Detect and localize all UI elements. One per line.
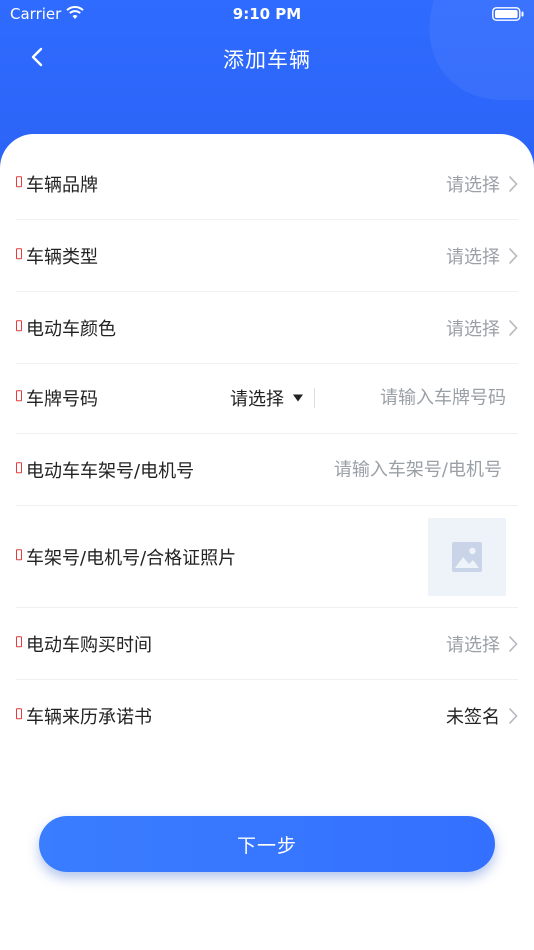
brand-row[interactable]: 车辆品牌 请选择 <box>16 148 518 220</box>
type-row[interactable]: 车辆类型 请选择 <box>16 220 518 292</box>
type-value[interactable]: 请选择 <box>446 243 500 269</box>
required-mark <box>16 389 22 401</box>
page-title: 添加车辆 <box>223 48 311 72</box>
chevron-right-icon <box>508 247 518 264</box>
photo-row: 车架号/电机号/合格证照片 <box>16 506 518 608</box>
plate-label: 车牌号码 <box>26 388 98 410</box>
frame-number-row: 电动车车架号/电机号 <box>16 434 518 506</box>
frame-number-input[interactable] <box>262 459 502 480</box>
color-value[interactable]: 请选择 <box>446 315 500 341</box>
required-mark <box>16 247 22 259</box>
caret-down-icon[interactable] <box>293 394 303 401</box>
plate-region-select[interactable]: 请选择 <box>230 385 284 411</box>
battery-icon <box>492 7 524 21</box>
type-label: 车辆类型 <box>26 246 98 268</box>
required-mark <box>16 708 22 720</box>
commitment-status[interactable]: 未签名 <box>446 703 500 729</box>
chevron-right-icon <box>508 319 518 336</box>
color-row[interactable]: 电动车颜色 请选择 <box>16 292 518 364</box>
frame-number-label: 电动车车架号/电机号 <box>26 460 195 482</box>
status-bar: Carrier 9:10 PM <box>0 0 534 28</box>
required-mark <box>16 175 22 187</box>
photo-upload-button[interactable] <box>428 518 506 596</box>
brand-value[interactable]: 请选择 <box>446 171 500 197</box>
purchase-time-label: 电动车购买时间 <box>26 634 152 656</box>
color-label: 电动车颜色 <box>26 318 116 340</box>
chevron-right-icon <box>508 707 518 725</box>
required-mark <box>16 319 22 331</box>
required-mark <box>16 548 22 560</box>
next-step-button[interactable]: 下一步 <box>39 816 495 872</box>
plate-number-input[interactable] <box>316 387 506 408</box>
status-time: 9:10 PM <box>232 5 302 23</box>
chevron-right-icon <box>508 175 518 192</box>
purchase-time-value[interactable]: 请选择 <box>446 631 500 657</box>
chevron-right-icon <box>508 635 518 652</box>
image-icon <box>452 542 482 572</box>
commitment-row[interactable]: 车辆来历承诺书 未签名 <box>16 680 518 752</box>
purchase-time-row[interactable]: 电动车购买时间 请选择 <box>16 608 518 680</box>
photo-label: 车架号/电机号/合格证照片 <box>26 547 237 569</box>
plate-row: 车牌号码 请选择 <box>16 362 518 434</box>
divider <box>314 388 315 408</box>
required-mark <box>16 635 22 647</box>
required-mark <box>16 461 22 473</box>
brand-label: 车辆品牌 <box>26 174 98 196</box>
commitment-label: 车辆来历承诺书 <box>26 707 152 728</box>
